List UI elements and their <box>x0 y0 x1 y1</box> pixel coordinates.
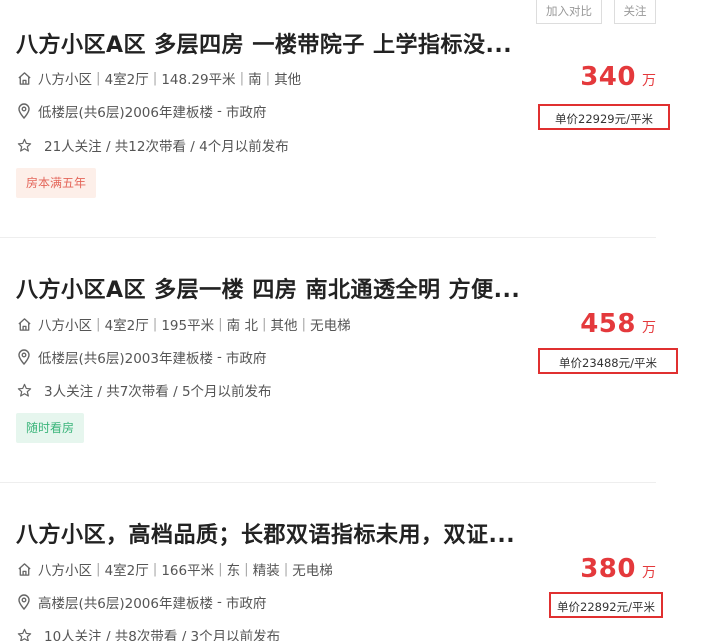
elevator-text: 无电梯 <box>310 318 351 334</box>
star-icon <box>16 627 32 641</box>
total-price-value: 340 <box>580 62 636 92</box>
house-icon <box>16 70 32 86</box>
district-link[interactable]: 市政府 <box>226 101 267 121</box>
follow-info: 10人关注 / 共8次带看 / 3个月以前发布 <box>16 625 280 641</box>
total-price-value: 380 <box>580 554 636 584</box>
position-info: 高楼层(共6层)2006年建板楼 - 市政府 <box>16 592 266 612</box>
follow-stats-text: 10人关注 / 共8次带看 / 3个月以前发布 <box>44 629 281 641</box>
house-info: 八方小区 | 4室2厅 | 148.29平米 | 南 | 其他 <box>16 68 301 88</box>
floor-year-text: 低楼层(共6层)2003年建板楼 <box>38 351 213 367</box>
listing-title[interactable]: 八方小区，高档品质；长郡双语指标未用，双证... <box>16 517 515 549</box>
area-text: 195平米 <box>161 318 215 334</box>
total-price: 340 万 <box>486 62 656 92</box>
follow-info: 3人关注 / 共7次带看 / 5个月以前发布 <box>16 380 272 400</box>
community-link[interactable]: 八方小区 <box>38 559 92 579</box>
district-link[interactable]: 市政府 <box>226 592 267 612</box>
follow-info: 21人关注 / 共12次带看 / 4个月以前发布 <box>16 135 289 155</box>
follow-stats-text: 21人关注 / 共12次带看 / 4个月以前发布 <box>44 139 289 155</box>
community-link[interactable]: 八方小区 <box>38 68 92 88</box>
unit-price: 单价22929元/平米 <box>538 104 670 130</box>
decoration-text: 其他 <box>274 72 302 88</box>
position-info: 低楼层(共6层)2006年建板楼 - 市政府 <box>16 101 266 121</box>
house-info: 八方小区 | 4室2厅 | 166平米 | 东 | 精装 | 无电梯 <box>16 559 333 579</box>
house-icon <box>16 316 32 332</box>
layout-text: 4室2厅 <box>104 563 149 579</box>
decoration-text: 精装 <box>252 563 280 579</box>
star-icon <box>16 382 32 398</box>
floor-year-text: 低楼层(共6层)2006年建板楼 <box>38 105 213 121</box>
decoration-text: 其他 <box>270 318 298 334</box>
listing-card: 八方小区A区 多层四房 一楼带院子 上学指标没... 八方小区 | 4室2厅 |… <box>0 0 670 237</box>
follow-stats-text: 3人关注 / 共7次带看 / 5个月以前发布 <box>44 384 272 400</box>
location-pin-icon <box>16 103 32 119</box>
orientation-text: 东 <box>226 563 241 579</box>
listing-card: 八方小区A区 多层一楼 四房 南北通透全明 方便... 八方小区 | 4室2厅 … <box>0 237 678 482</box>
listing-card: 八方小区，高档品质；长郡双语指标未用，双证... 八方小区 | 4室2厅 | 1… <box>0 482 663 641</box>
elevator-text: 无电梯 <box>292 563 333 579</box>
total-price-value: 458 <box>580 309 636 339</box>
total-price-unit: 万 <box>642 73 656 89</box>
house-icon <box>16 561 32 577</box>
orientation-text: 南 <box>248 72 262 88</box>
listing-title[interactable]: 八方小区A区 多层四房 一楼带院子 上学指标没... <box>16 27 512 59</box>
total-price-unit: 万 <box>642 565 656 581</box>
listing-tag: 房本满五年 <box>16 168 97 198</box>
star-icon <box>16 137 32 153</box>
location-pin-icon <box>16 349 32 365</box>
community-link[interactable]: 八方小区 <box>38 314 92 334</box>
layout-text: 4室2厅 <box>104 318 149 334</box>
location-pin-icon <box>16 594 32 610</box>
layout-text: 4室2厅 <box>104 72 149 88</box>
listing-title[interactable]: 八方小区A区 多层一楼 四房 南北通透全明 方便... <box>16 272 520 304</box>
total-price: 380 万 <box>486 554 656 584</box>
listing-page: 加入对比 关注 八方小区A区 多层四房 一楼带院子 上学指标没... 八方小区 … <box>0 0 707 641</box>
district-link[interactable]: 市政府 <box>226 347 267 367</box>
total-price-unit: 万 <box>642 320 656 336</box>
listing-tag: 随时看房 <box>16 413 85 443</box>
area-text: 166平米 <box>161 563 215 579</box>
position-info: 低楼层(共6层)2003年建板楼 - 市政府 <box>16 347 266 367</box>
orientation-text: 南 北 <box>226 318 258 334</box>
unit-price: 单价22892元/平米 <box>549 592 663 618</box>
unit-price: 单价23488元/平米 <box>538 348 678 374</box>
house-info: 八方小区 | 4室2厅 | 195平米 | 南 北 | 其他 | 无电梯 <box>16 314 351 334</box>
area-text: 148.29平米 <box>161 72 236 88</box>
total-price: 458 万 <box>486 309 656 339</box>
floor-year-text: 高楼层(共6层)2006年建板楼 <box>38 596 213 612</box>
